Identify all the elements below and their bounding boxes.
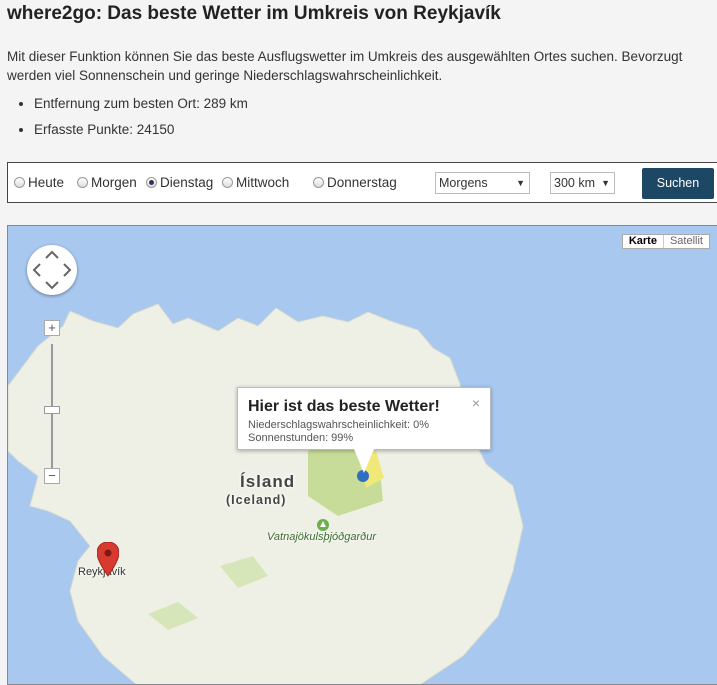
zoom-in-button[interactable]: + [44, 320, 60, 336]
facts-list: Entfernung zum besten Ort: 289 km Erfass… [0, 91, 248, 143]
search-form: Heute Morgen Dienstag Mittwoch Donnersta… [7, 162, 717, 203]
radio-dienstag[interactable]: Dienstag [146, 175, 213, 190]
radio-heute[interactable]: Heute [14, 175, 64, 190]
radius-select[interactable]: 300 km ▼ [550, 172, 615, 194]
radio-button-icon[interactable] [222, 177, 233, 188]
time-of-day-select[interactable]: Morgens ▼ [435, 172, 530, 194]
info-window-precipitation: Niederschlagswahrscheinlichkeit: 0% [248, 419, 429, 431]
pan-arrows-icon[interactable] [27, 245, 77, 295]
pan-control[interactable] [27, 245, 77, 295]
chevron-down-icon: ▼ [601, 178, 610, 188]
map-type-karte-button[interactable]: Karte [623, 235, 663, 248]
radio-label: Morgen [91, 175, 137, 190]
search-button[interactable]: Suchen [642, 168, 714, 199]
location-marker-icon[interactable] [97, 542, 119, 578]
time-of-day-value: Morgens [439, 176, 488, 190]
radio-label: Mittwoch [236, 175, 290, 190]
radio-donnerstag[interactable]: Donnerstag [313, 175, 397, 190]
info-window-tail [354, 449, 374, 473]
country-label-english: (Iceland) [226, 493, 287, 507]
map-view[interactable]: Karte Satellit + − Ísland (Iceland) Vatn… [7, 225, 717, 685]
chevron-down-icon: ▼ [516, 178, 525, 188]
zoom-slider-handle[interactable] [44, 406, 60, 414]
list-item-distance: Entfernung zum besten Ort: 289 km [34, 91, 248, 117]
radio-mittwoch[interactable]: Mittwoch [222, 175, 289, 190]
info-window-title: Hier ist das beste Wetter! [248, 398, 440, 415]
intro-text: Mit dieser Funktion können Sie das beste… [7, 49, 683, 83]
map-type-satellit-button[interactable]: Satellit [662, 235, 709, 248]
radio-label: Dienstag [160, 175, 214, 190]
park-icon [317, 519, 329, 531]
zoom-out-button[interactable]: − [44, 468, 60, 484]
radio-button-icon[interactable] [14, 177, 25, 188]
page-title: where2go: Das beste Wetter im Umkreis vo… [7, 3, 501, 24]
radio-button-selected-icon[interactable] [146, 177, 157, 188]
radio-label: Heute [28, 175, 65, 190]
radio-label: Donnerstag [327, 175, 397, 190]
radio-button-icon[interactable] [77, 177, 88, 188]
park-label: Vatnajökulsþjóðgarður [267, 531, 377, 543]
close-icon[interactable]: × [472, 395, 480, 411]
info-window-sunshine: Sonnenstunden: 99% [248, 432, 354, 444]
list-item-points: Erfasste Punkte: 24150 [34, 117, 248, 143]
radio-button-icon[interactable] [313, 177, 324, 188]
map-type-control: Karte Satellit [621, 234, 710, 249]
info-window: Hier ist das beste Wetter! Niederschlags… [237, 387, 491, 450]
radio-morgen[interactable]: Morgen [77, 175, 137, 190]
country-label: Ísland [240, 472, 296, 491]
radius-value: 300 km [554, 176, 595, 190]
